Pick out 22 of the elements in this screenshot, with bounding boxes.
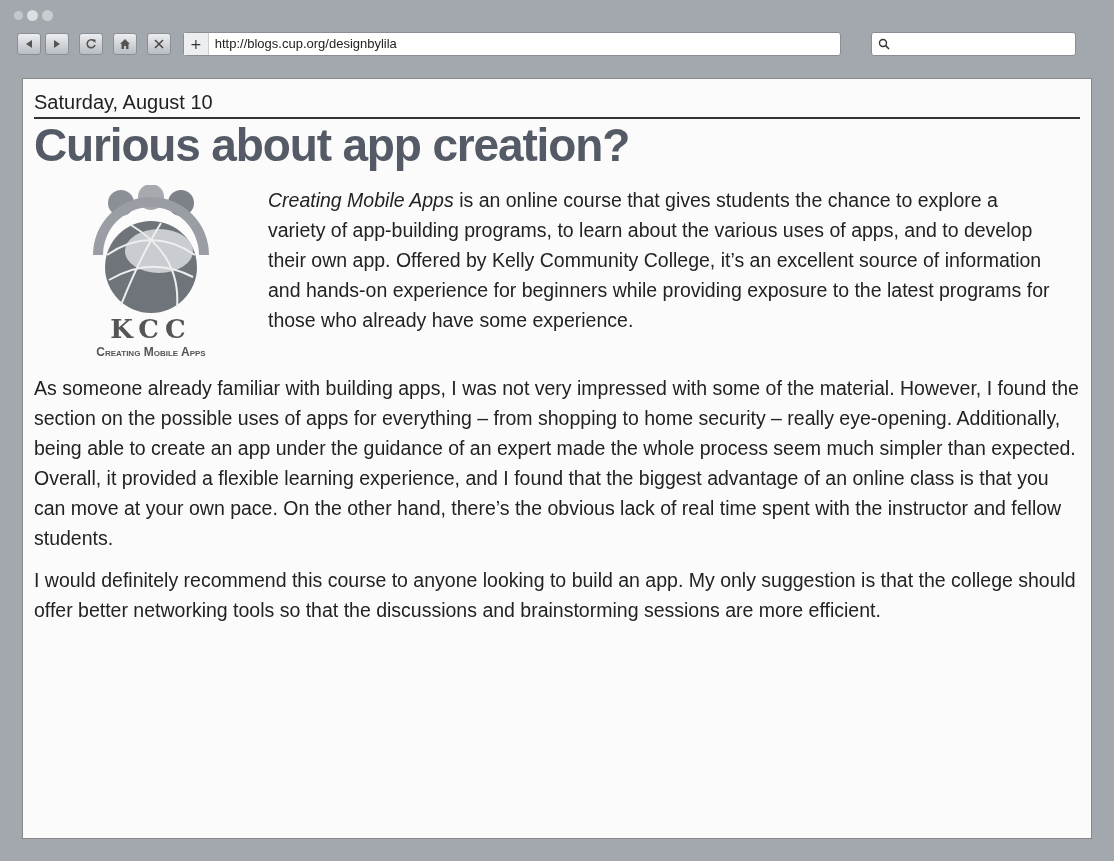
search-icon [878,38,890,50]
search-field[interactable] [871,32,1076,56]
home-button[interactable] [113,33,137,55]
post-paragraph: Creating Mobile Apps is an online course that gives students the chance to explore a variety of app-building programs, to learn about the various uses of apps, and to develop their own app. Offered by Kelly Community College, it’s an excellent source of information and hands-on experience for beginners while providing exposure to the latest programs for those who already have some experience. [268,188,1051,333]
close-icon [153,38,165,50]
home-icon [119,38,131,50]
post-paragraph: As someone already familiar with building apps, I was not very impressed with some of the material. However, I found the section on the possible uses of apps for everything – from shopping to home security – really eye-opening. Additionally, being able to create an app under the guidance of an expert made the whole process seem much simpler than expected. Overall, it provided a flexible learning experience, and I found that the biggest advantage of an online class is that you can move at your own pace. On the other hand, there’s the obvious lack of real time spent with the instructor and fellow students. [34,376,1080,551]
post-title: Curious about app creation? [34,119,631,171]
reload-button[interactable] [79,33,103,55]
back-button[interactable] [17,33,41,55]
url-text: http://blogs.cup.org/designbylila [214,35,397,54]
reload-icon [85,38,97,50]
logo-letters: KCC [110,315,192,343]
stop-button[interactable] [147,33,171,55]
add-bookmark-button[interactable]: + [184,33,209,55]
post-paragraph: I would definitely recommend this course to anyone looking to build an app. My only suggestion is that the college should offer better networking tools so that the discussions and brainstorming sessions are more efficient. [34,568,1077,623]
left-triangle-icon [24,39,34,49]
logo-caption: Creating Mobile Apps [96,344,206,361]
forward-button[interactable] [45,33,69,55]
right-triangle-icon [52,39,62,49]
address-field[interactable]: + http://blogs.cup.org/designbylila [183,32,841,56]
post-date: Saturday, August 10 [34,89,1080,119]
